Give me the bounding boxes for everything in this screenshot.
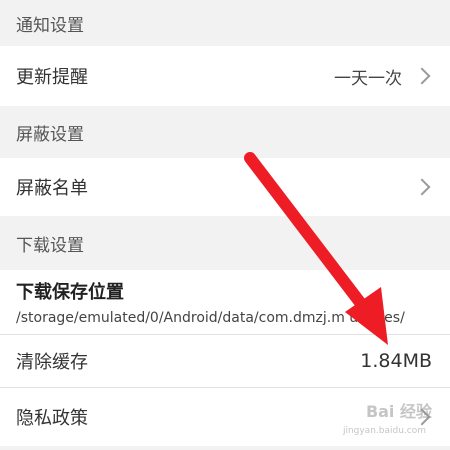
section-header-block: 屏蔽设置 (0, 106, 450, 158)
save-location-path: /storage/emulated/0/Android/data/com.dmz… (16, 310, 405, 326)
chevron-right-icon (413, 67, 431, 85)
update-reminder-value: 一天一次 (334, 68, 402, 89)
save-location-label: 下载保存位置 (16, 282, 124, 303)
update-reminder-row[interactable]: 更新提醒 一天一次 (0, 46, 450, 106)
section-header-download: 下载设置 (0, 216, 450, 270)
settings-screen: 通知设置 更新提醒 一天一次 屏蔽设置 屏蔽名单 下载设置 下载保存位置 /st… (0, 0, 450, 450)
watermark-logo: Bai 经验 (365, 402, 432, 421)
clear-cache-row[interactable]: 清除缓存 1.84MB (0, 335, 450, 387)
section-header-label: 通知设置 (16, 15, 84, 36)
chevron-right-icon (413, 178, 431, 196)
clear-cache-label: 清除缓存 (16, 352, 88, 373)
privacy-policy-label: 隐私政策 (16, 408, 88, 429)
update-reminder-label: 更新提醒 (16, 67, 88, 88)
cache-size-value: 1.84MB (360, 350, 432, 372)
section-header-label: 下载设置 (16, 235, 84, 256)
watermark-url: jingyan.baidu.com (342, 426, 426, 436)
save-location-row[interactable]: 下载保存位置 /storage/emulated/0/Android/data/… (0, 270, 450, 334)
block-list-label: 屏蔽名单 (16, 178, 88, 199)
section-header-label: 屏蔽设置 (16, 124, 84, 145)
section-header-notification: 通知设置 (0, 0, 450, 46)
block-list-row[interactable]: 屏蔽名单 (0, 158, 450, 216)
